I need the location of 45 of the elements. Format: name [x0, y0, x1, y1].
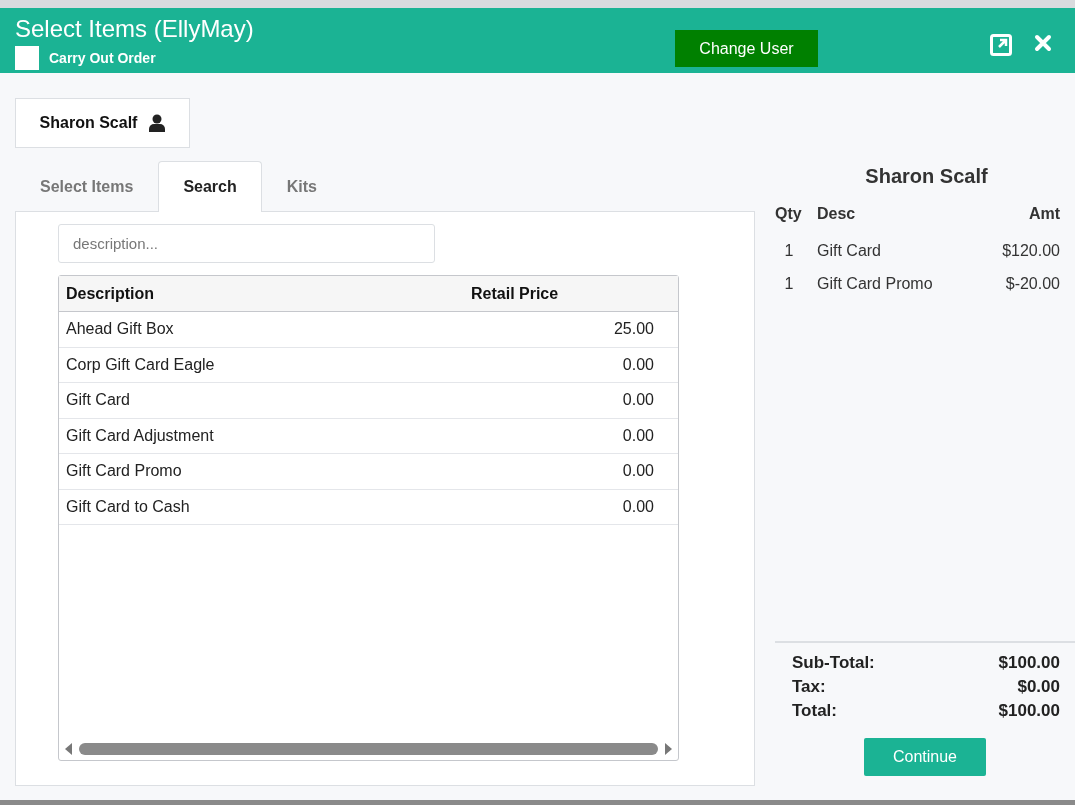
desc-cell-text: Gift Card Promo: [817, 275, 934, 293]
total-label: Total:: [792, 701, 838, 721]
column-header: Amt: [1027, 205, 1060, 224]
tab[interactable]: Kits: [261, 161, 342, 212]
user-icon: [149, 114, 166, 132]
table-cell-text: Gift Card to Cash: [65, 497, 191, 516]
total-label: Tax:: [792, 677, 827, 697]
qty-cell-text: 1: [783, 242, 795, 260]
amount-cell-text: $-20.00: [1004, 275, 1060, 293]
total-value: $100.00: [998, 653, 1060, 673]
column-header: Qty: [775, 205, 803, 224]
column-header[interactable]: Description: [59, 284, 464, 303]
search-field[interactable]: description...: [58, 224, 435, 263]
column-header: Desc: [817, 205, 857, 224]
order-customer-name: Sharon Scalf: [864, 165, 989, 188]
table-cell-text: Gift Card Adjustment: [65, 426, 215, 445]
amount-cell: $120.00: [1002, 242, 1060, 260]
table-cell-text: 0.00: [621, 462, 655, 481]
table-cell-text: Gift Card Promo: [65, 462, 183, 481]
table-cell-text: 25.00: [612, 320, 655, 339]
window-title: Select Items (EllyMay): [15, 14, 255, 44]
tab[interactable]: Search: [158, 161, 262, 212]
total-value: $100.00: [998, 701, 1060, 721]
desc-cell-text: Gift Card: [817, 242, 882, 260]
close-icon[interactable]: [1034, 34, 1052, 52]
carry-out-checkbox[interactable]: [15, 46, 39, 70]
table-cell-text: Gift Card: [65, 391, 131, 410]
table-cell-text: 0.00: [621, 497, 655, 516]
table-cell-text: 0.00: [621, 391, 655, 410]
total-value: $0.00: [1016, 677, 1060, 697]
column-header[interactable]: Retail Price: [464, 284, 674, 303]
carry-out-label: Carry Out Order: [49, 50, 156, 66]
table-cell-text: Corp Gift Card Eagle: [65, 355, 216, 374]
total-label: Sub-Total:: [792, 653, 876, 673]
scrollbar-thumb[interactable]: [79, 743, 658, 755]
table-cell-text: 0.00: [621, 426, 655, 445]
qty-cell-text: 1: [783, 275, 795, 293]
scroll-left-icon[interactable]: [65, 743, 73, 755]
scroll-right-icon[interactable]: [664, 743, 672, 755]
customer-button[interactable]: Sharon Scalf: [15, 98, 190, 148]
expand-icon[interactable]: [990, 34, 1012, 56]
tab[interactable]: Select Items: [15, 161, 159, 212]
table-cell-text: Ahead Gift Box: [65, 320, 175, 339]
change-user-button[interactable]: Change User: [675, 30, 818, 67]
table-cell-text: 0.00: [621, 355, 655, 374]
